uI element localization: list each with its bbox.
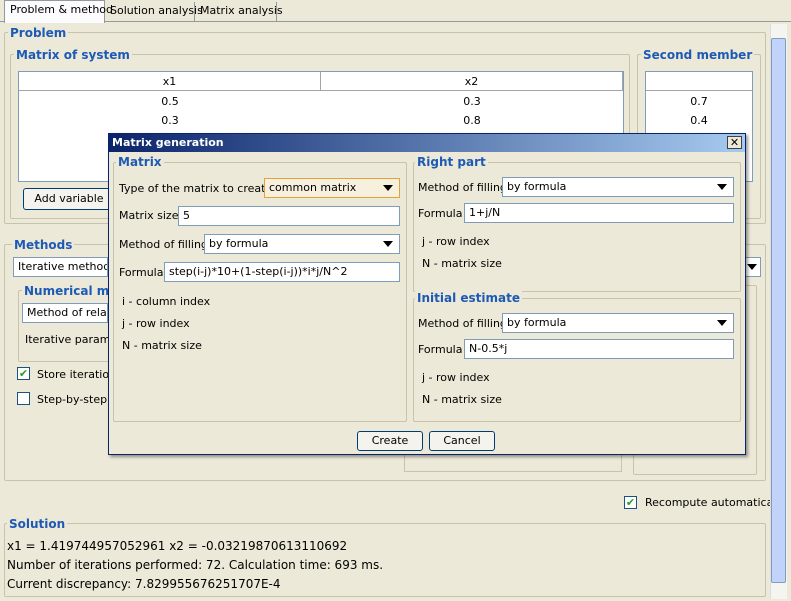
close-icon[interactable]: ✕ — [727, 136, 742, 149]
initial-estimate-help-size: N - matrix size — [422, 393, 502, 406]
matrix-of-system-title: Matrix of system — [14, 48, 132, 62]
matrix-formula-input[interactable]: step(i-j)*10+(1-step(i-j))*i*j/N^2 — [164, 262, 400, 282]
scrollbar-thumb[interactable] — [771, 38, 786, 583]
column-header — [646, 72, 752, 91]
iterative-parameters-label: Iterative parame — [25, 333, 118, 346]
right-part-help-size: N - matrix size — [422, 257, 502, 270]
matrix-type-value: common matrix — [269, 181, 357, 194]
solution-title: Solution — [7, 517, 68, 531]
hidden-panel — [404, 452, 622, 472]
column-header-x1[interactable]: x1 — [19, 72, 321, 91]
initial-estimate-formula-label: Formula — [418, 343, 463, 356]
relaxation-select[interactable]: Method of relaxa — [22, 303, 108, 323]
table-cell[interactable]: 0.3 — [321, 92, 623, 111]
initial-estimate-filling-select[interactable]: by formula — [502, 313, 734, 333]
methods-title: Methods — [12, 238, 75, 252]
tab-problem-method[interactable]: Problem & method — [4, 0, 113, 23]
matrix-help-row: j - row index — [122, 317, 190, 330]
recompute-checkbox[interactable]: ✔ — [624, 496, 637, 509]
column-header-x2[interactable]: x2 — [321, 72, 623, 91]
initial-estimate-filling-value: by formula — [507, 316, 567, 329]
solution-values: x1 = 1.419744957052961 x2 = -0.032198706… — [7, 539, 348, 553]
methods-select-right[interactable] — [744, 257, 761, 277]
right-part-formula-input[interactable]: 1+j/N — [464, 203, 734, 223]
step-by-step-checkbox[interactable] — [17, 392, 30, 405]
iterations-info: Number of iterations performed: 72. Calc… — [7, 558, 384, 572]
store-iterations-label: Store iteration — [37, 368, 117, 381]
initial-estimate-title: Initial estimate — [415, 291, 522, 305]
matrix-filling-select[interactable]: by formula — [204, 234, 400, 254]
initial-estimate-filling-label: Method of filling — [418, 317, 507, 330]
right-part-filling-label: Method of filling — [418, 181, 507, 194]
step-by-step-label: Step-by-step r — [37, 393, 116, 406]
recompute-label: Recompute automatically — [645, 496, 786, 509]
dialog-matrix-group — [113, 162, 407, 422]
second-member-title: Second member — [641, 48, 755, 62]
right-part-filling-value: by formula — [507, 180, 567, 193]
matrix-filling-label: Method of filling — [119, 238, 208, 251]
chevron-down-icon — [383, 185, 393, 191]
tab-matrix-analysis[interactable]: Matrix analysis — [195, 2, 283, 22]
store-iterations-checkbox[interactable]: ✔ — [17, 367, 30, 380]
table-cell[interactable]: 0.5 — [19, 92, 321, 111]
matrix-help-size: N - matrix size — [122, 339, 202, 352]
cancel-button[interactable]: Cancel — [429, 431, 495, 451]
table-cell[interactable]: 0.3 — [19, 111, 321, 130]
chevron-down-icon — [747, 264, 757, 270]
relaxation-select-value: Method of relaxa — [27, 306, 107, 319]
problem-title: Problem — [8, 26, 69, 40]
initial-estimate-formula-input[interactable]: N-0.5*j — [464, 339, 734, 359]
right-part-formula-label: Formula — [418, 207, 463, 220]
methods-select-value: Iterative methods — [18, 260, 108, 273]
matrix-generation-dialog: Matrix generation ✕ Matrix Type of the m… — [108, 133, 746, 455]
discrepancy-info: Current discrepancy: 7.829955676251707E-… — [7, 577, 281, 591]
matrix-help-column: i - column index — [122, 295, 211, 308]
table-cell[interactable]: 0.4 — [646, 111, 752, 130]
chevron-down-icon — [717, 184, 727, 190]
right-part-filling-select[interactable]: by formula — [502, 177, 734, 197]
tab-solution-analysis[interactable]: Solution analysis — [105, 2, 203, 22]
methods-select[interactable]: Iterative methods — [13, 257, 108, 277]
chevron-down-icon — [717, 320, 727, 326]
initial-estimate-help-row: j - row index — [422, 371, 490, 384]
add-variable-button[interactable]: Add variable — [23, 188, 115, 210]
matrix-filling-value: by formula — [209, 237, 269, 250]
right-part-title: Right part — [415, 155, 488, 169]
matrix-type-select[interactable]: common matrix — [264, 178, 400, 198]
table-cell[interactable]: 0.8 — [321, 111, 623, 130]
right-part-help-row: j - row index — [422, 235, 490, 248]
tab-bar: Problem & method Solution analysis Matri… — [0, 0, 791, 23]
create-button[interactable]: Create — [357, 431, 423, 451]
dialog-title: Matrix generation — [109, 134, 745, 152]
matrix-size-label: Matrix size — [119, 209, 179, 222]
table-cell[interactable]: 0.7 — [646, 92, 752, 111]
dialog-matrix-title: Matrix — [116, 155, 164, 169]
chevron-down-icon — [383, 241, 393, 247]
matrix-type-label: Type of the matrix to create — [119, 182, 273, 195]
matrix-formula-label: Formula — [119, 266, 164, 279]
numerical-methods-group — [18, 290, 110, 362]
matrix-size-input[interactable]: 5 — [178, 206, 400, 226]
